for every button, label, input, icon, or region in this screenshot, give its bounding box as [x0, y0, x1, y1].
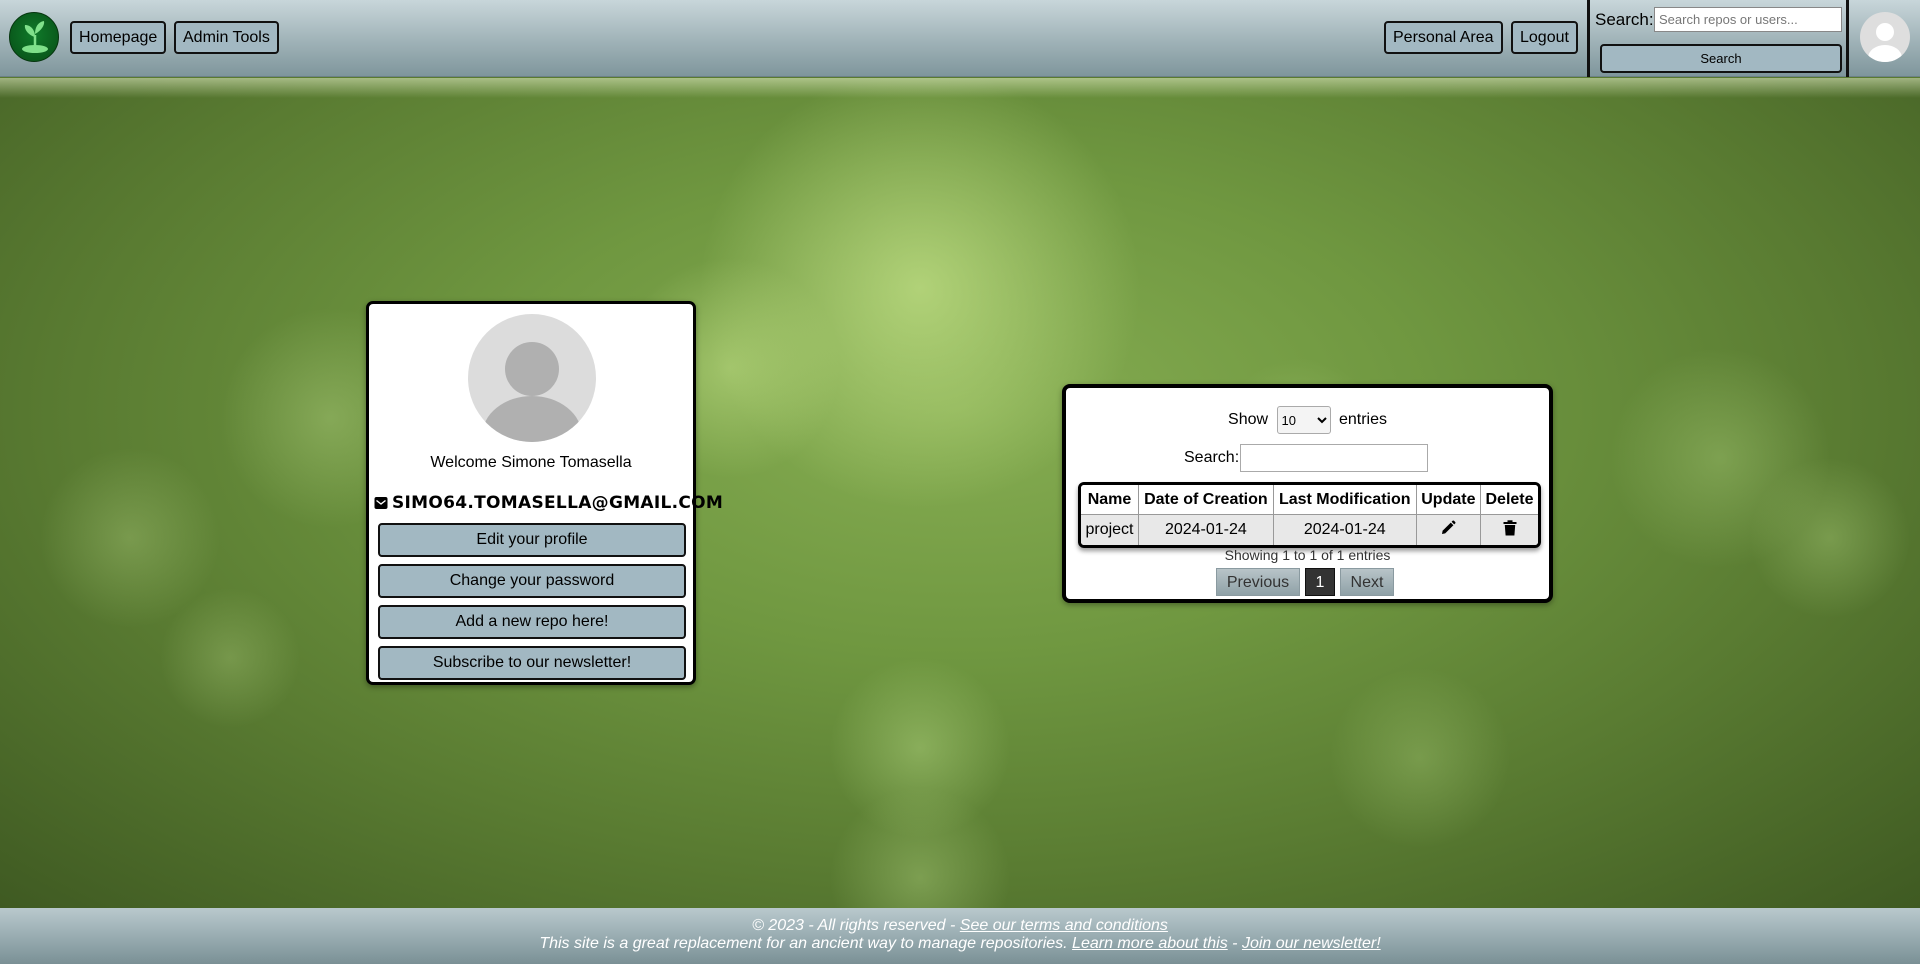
welcome-message: Welcome Simone Tomasella: [430, 454, 632, 471]
background-image: [0, 78, 1920, 908]
user-avatar-icon[interactable]: [1860, 12, 1910, 62]
footer-line-1: © 2023 - All rights reserved - See our t…: [0, 917, 1920, 935]
repo-name-cell[interactable]: project: [1081, 515, 1139, 545]
table-search-input[interactable]: [1240, 444, 1429, 472]
sprout-logo-icon[interactable]: [9, 12, 59, 62]
previous-page-button[interactable]: Previous: [1216, 568, 1300, 596]
terms-link[interactable]: See our terms and conditions: [960, 917, 1168, 934]
column-header-update: Update: [1416, 485, 1481, 515]
repo-created-cell: 2024-01-24: [1138, 515, 1274, 545]
subscribe-newsletter-button[interactable]: Subscribe to our newsletter!: [378, 646, 686, 680]
repo-modified-cell: 2024-01-24: [1273, 515, 1417, 545]
current-page-button[interactable]: 1: [1305, 568, 1335, 596]
join-newsletter-link[interactable]: Join our newsletter!: [1242, 935, 1381, 952]
entries-length-control: Show 10 entries: [1066, 406, 1549, 434]
copyright-text: © 2023 - All rights reserved -: [752, 917, 956, 934]
learn-more-link[interactable]: Learn more about this: [1072, 935, 1228, 952]
column-header-created[interactable]: Date of Creation: [1138, 485, 1274, 515]
table-filter: Search:: [1184, 444, 1429, 472]
background-glow: [0, 78, 1920, 98]
length-label-before: Show: [1228, 411, 1269, 429]
column-header-delete: Delete: [1481, 485, 1538, 515]
header-search: Search: Search: [1587, 0, 1849, 77]
personal-area-button[interactable]: Personal Area: [1384, 21, 1503, 54]
search-input[interactable]: [1654, 7, 1842, 32]
logout-button[interactable]: Logout: [1511, 21, 1578, 54]
update-cell: [1416, 515, 1481, 545]
table-row: project 2024-01-24 2024-01-24: [1081, 515, 1538, 545]
table-header-row: Name Date of Creation Last Modification …: [1081, 485, 1538, 515]
edit-profile-button[interactable]: Edit your profile: [378, 523, 686, 557]
repos-table: Name Date of Creation Last Modification …: [1078, 482, 1541, 548]
search-button[interactable]: Search: [1600, 44, 1842, 73]
pencil-icon[interactable]: [1440, 520, 1456, 540]
footer: © 2023 - All rights reserved - See our t…: [0, 908, 1920, 964]
user-email: simo64.tomasella@gmail.com: [392, 493, 724, 513]
entries-per-page-select[interactable]: 10: [1276, 406, 1331, 434]
column-header-modified[interactable]: Last Modification: [1273, 485, 1417, 515]
delete-cell: [1481, 515, 1538, 545]
change-password-button[interactable]: Change your password: [378, 564, 686, 598]
footer-line-2: This site is a great replacement for an …: [0, 935, 1920, 953]
envelope-icon: [374, 495, 388, 515]
admin-tools-button[interactable]: Admin Tools: [174, 21, 279, 54]
footer-separator: -: [1232, 935, 1238, 952]
filter-label: Search:: [1184, 449, 1240, 467]
top-navbar: Homepage Admin Tools Personal Area Logou…: [0, 0, 1920, 77]
email-row: simo64.tomasella@gmail.com: [374, 493, 723, 515]
search-label: Search:: [1595, 10, 1654, 29]
homepage-button[interactable]: Homepage: [70, 21, 167, 54]
profile-avatar: [468, 314, 596, 442]
profile-card: Welcome Simone Tomasella simo64.tomasell…: [366, 301, 723, 685]
repos-card: Show 10 entries Search: Name Date of Cre…: [1062, 384, 1553, 603]
next-page-button[interactable]: Next: [1340, 568, 1394, 596]
tagline-text: This site is a great replacement for an …: [539, 935, 1068, 952]
table-info: Showing 1 to 1 of 1 entries: [1224, 547, 1391, 563]
length-label-after: entries: [1338, 411, 1387, 429]
column-header-name[interactable]: Name: [1081, 485, 1139, 515]
trash-icon[interactable]: [1503, 519, 1517, 540]
add-repo-button[interactable]: Add a new repo here!: [378, 605, 686, 639]
